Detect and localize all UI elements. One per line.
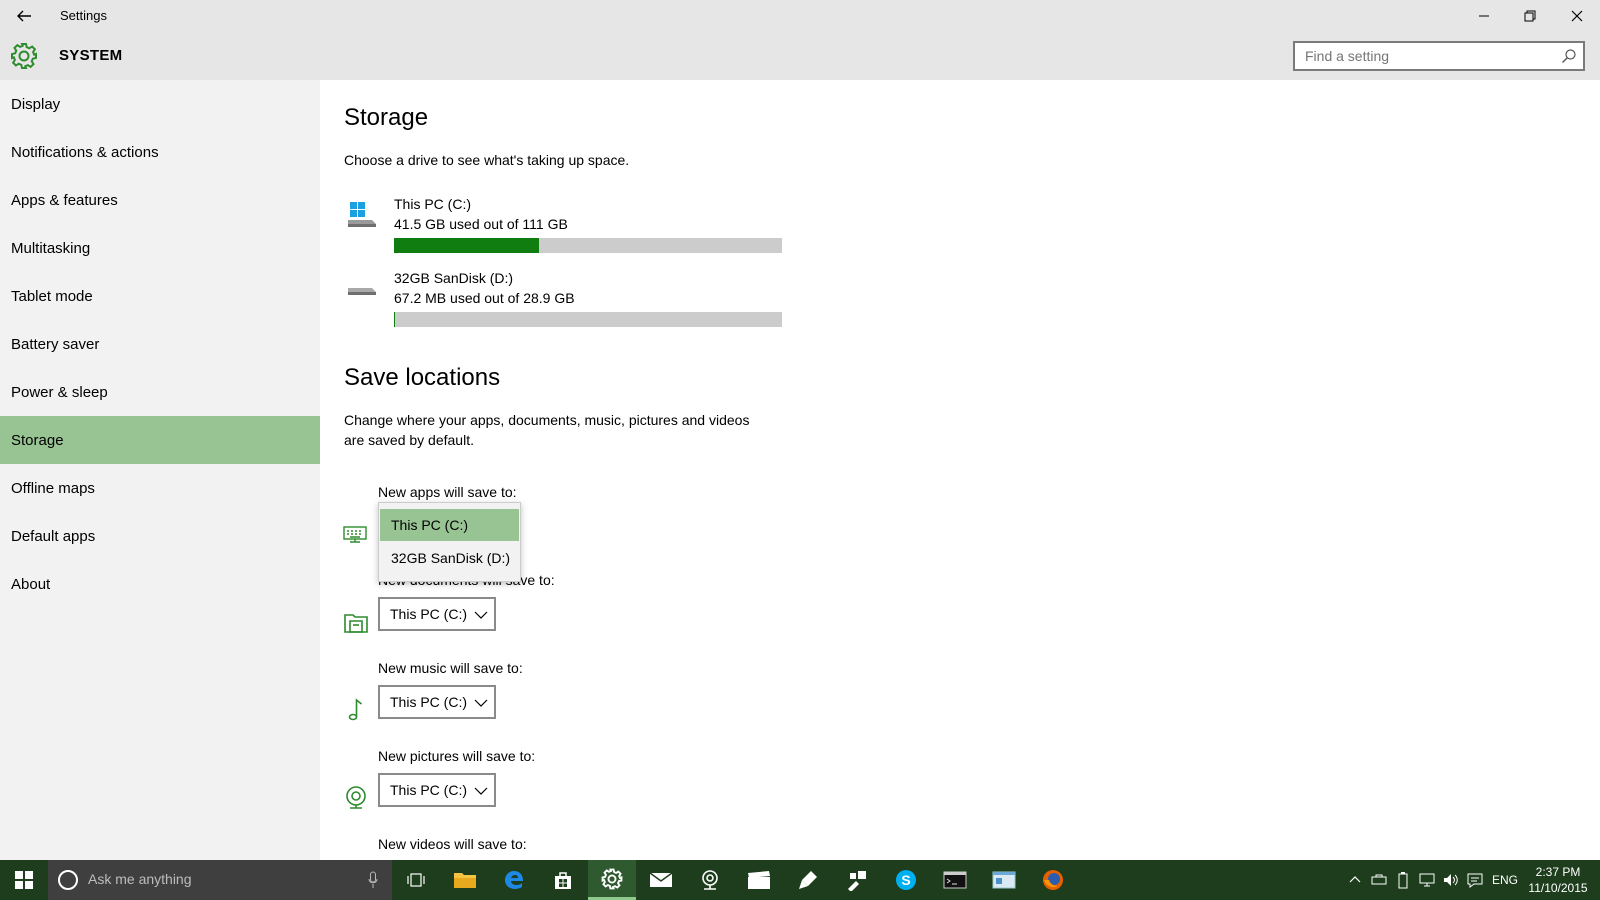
usb-eject-icon[interactable] <box>1368 860 1390 900</box>
new-apps-label: New apps will save to: <box>378 484 517 500</box>
save-locations-description-2: are saved by default. <box>344 432 474 448</box>
taskbar: Ask me anything S ENG 2:37 PM 11/10/2015 <box>0 860 1600 900</box>
save-locations-title: Save locations <box>344 364 501 391</box>
new-pictures-label: New pictures will save to: <box>378 748 536 764</box>
settings-icon[interactable] <box>588 860 636 900</box>
store-icon[interactable] <box>539 860 587 900</box>
sidebar-item-notifications[interactable]: Notifications & actions <box>0 128 320 176</box>
films-icon[interactable] <box>735 860 783 900</box>
search-input[interactable] <box>1295 43 1545 69</box>
cortana-search-box[interactable]: Ask me anything <box>48 860 392 900</box>
cortana-placeholder: Ask me anything <box>88 871 192 887</box>
tools-icon[interactable] <box>833 860 881 900</box>
cortana-icon <box>58 870 78 890</box>
drive-usage-fill <box>394 312 395 327</box>
task-view-icon[interactable] <box>392 860 440 900</box>
drive-name: 32GB SanDisk (D:) <box>394 270 514 286</box>
sidebar-item-display[interactable]: Display <box>0 80 320 128</box>
show-hidden-icons-chevron-icon[interactable] <box>1344 860 1366 900</box>
clock-date: 11/10/2015 <box>1528 881 1588 895</box>
documents-save-select[interactable]: This PC (C:) <box>378 597 496 631</box>
select-value: This PC (C:) <box>390 782 467 798</box>
paint-icon[interactable] <box>784 860 832 900</box>
explorer-window-icon[interactable] <box>980 860 1028 900</box>
find-setting-search[interactable] <box>1293 41 1585 71</box>
mail-icon[interactable] <box>637 860 685 900</box>
chevron-down-icon <box>474 784 488 798</box>
minimize-button[interactable] <box>1461 0 1507 32</box>
action-center-icon[interactable] <box>1464 860 1486 900</box>
camera-icon[interactable] <box>686 860 734 900</box>
back-arrow-icon[interactable] <box>12 4 36 28</box>
sidebar-item-default-apps[interactable]: Default apps <box>0 512 320 560</box>
dropdown-option-sandisk[interactable]: 32GB SanDisk (D:) <box>380 542 519 574</box>
music-save-select[interactable]: This PC (C:) <box>378 685 496 719</box>
sidebar-item-multitasking[interactable]: Multitasking <box>0 224 320 272</box>
search-icon[interactable] <box>1561 48 1577 64</box>
sidebar-item-apps-features[interactable]: Apps & features <box>0 176 320 224</box>
svg-text:S: S <box>901 872 910 888</box>
sidebar-item-about[interactable]: About <box>0 560 320 608</box>
main-content: Storage Choose a drive to see what's tak… <box>320 80 1600 860</box>
windows-logo-icon <box>15 871 33 889</box>
cmd-icon[interactable] <box>931 860 979 900</box>
music-note-icon <box>342 696 370 724</box>
sidebar-item-power-sleep[interactable]: Power & sleep <box>0 368 320 416</box>
apps-keyboard-icon <box>342 520 370 548</box>
sidebar-item-tablet-mode[interactable]: Tablet mode <box>0 272 320 320</box>
save-locations-description-1: Change where your apps, documents, music… <box>344 412 750 428</box>
chevron-down-icon <box>474 696 488 710</box>
new-music-label: New music will save to: <box>378 660 523 676</box>
apps-save-dropdown[interactable]: This PC (C:) 32GB SanDisk (D:) <box>378 502 521 582</box>
skype-icon[interactable]: S <box>882 860 930 900</box>
file-explorer-icon[interactable] <box>441 860 489 900</box>
settings-header: SYSTEM <box>0 32 1600 80</box>
sidebar: Display Notifications & actions Apps & f… <box>0 80 320 860</box>
new-videos-label: New videos will save to: <box>378 836 527 852</box>
sidebar-item-battery-saver[interactable]: Battery saver <box>0 320 320 368</box>
drive-usage-bar <box>394 238 782 253</box>
windows-drive-icon <box>344 196 380 236</box>
language-indicator[interactable]: ENG <box>1489 860 1521 900</box>
battery-icon[interactable] <box>1392 860 1414 900</box>
pictures-save-select[interactable]: This PC (C:) <box>378 773 496 807</box>
chevron-down-icon <box>474 608 488 622</box>
title-bar: Settings <box>0 0 1600 32</box>
gear-icon <box>10 42 38 70</box>
dropdown-option-this-pc[interactable]: This PC (C:) <box>380 509 519 541</box>
restore-button[interactable] <box>1507 0 1553 32</box>
documents-folder-icon <box>342 608 370 636</box>
storage-subtitle: Choose a drive to see what's taking up s… <box>344 152 630 168</box>
volume-icon[interactable] <box>1440 860 1462 900</box>
firefox-icon[interactable] <box>1029 860 1077 900</box>
select-value: This PC (C:) <box>390 606 467 622</box>
drive-usage: 67.2 MB used out of 28.9 GB <box>394 290 575 306</box>
microphone-icon[interactable] <box>368 871 378 889</box>
removable-drive-icon <box>344 270 380 310</box>
drive-usage: 41.5 GB used out of 111 GB <box>394 216 568 232</box>
pictures-camera-icon <box>342 784 370 812</box>
drive-usage-fill <box>394 238 540 253</box>
drive-d[interactable]: 32GB SanDisk (D:) 67.2 MB used out of 28… <box>344 270 784 327</box>
clock[interactable]: 2:37 PM 11/10/2015 <box>1520 864 1596 896</box>
select-value: This PC (C:) <box>390 694 467 710</box>
drive-name: This PC (C:) <box>394 196 471 212</box>
drive-c[interactable]: This PC (C:) 41.5 GB used out of 111 GB <box>344 196 784 253</box>
storage-title: Storage <box>344 104 429 131</box>
sidebar-item-offline-maps[interactable]: Offline maps <box>0 464 320 512</box>
network-icon[interactable] <box>1416 860 1438 900</box>
section-title: SYSTEM <box>59 47 123 64</box>
clock-time: 2:37 PM <box>1535 865 1581 879</box>
edge-icon[interactable] <box>490 860 538 900</box>
start-button[interactable] <box>0 860 48 900</box>
close-button[interactable] <box>1554 0 1600 32</box>
drive-usage-bar <box>394 312 782 327</box>
window-title: Settings <box>60 8 107 23</box>
sidebar-item-storage[interactable]: Storage <box>0 416 320 464</box>
